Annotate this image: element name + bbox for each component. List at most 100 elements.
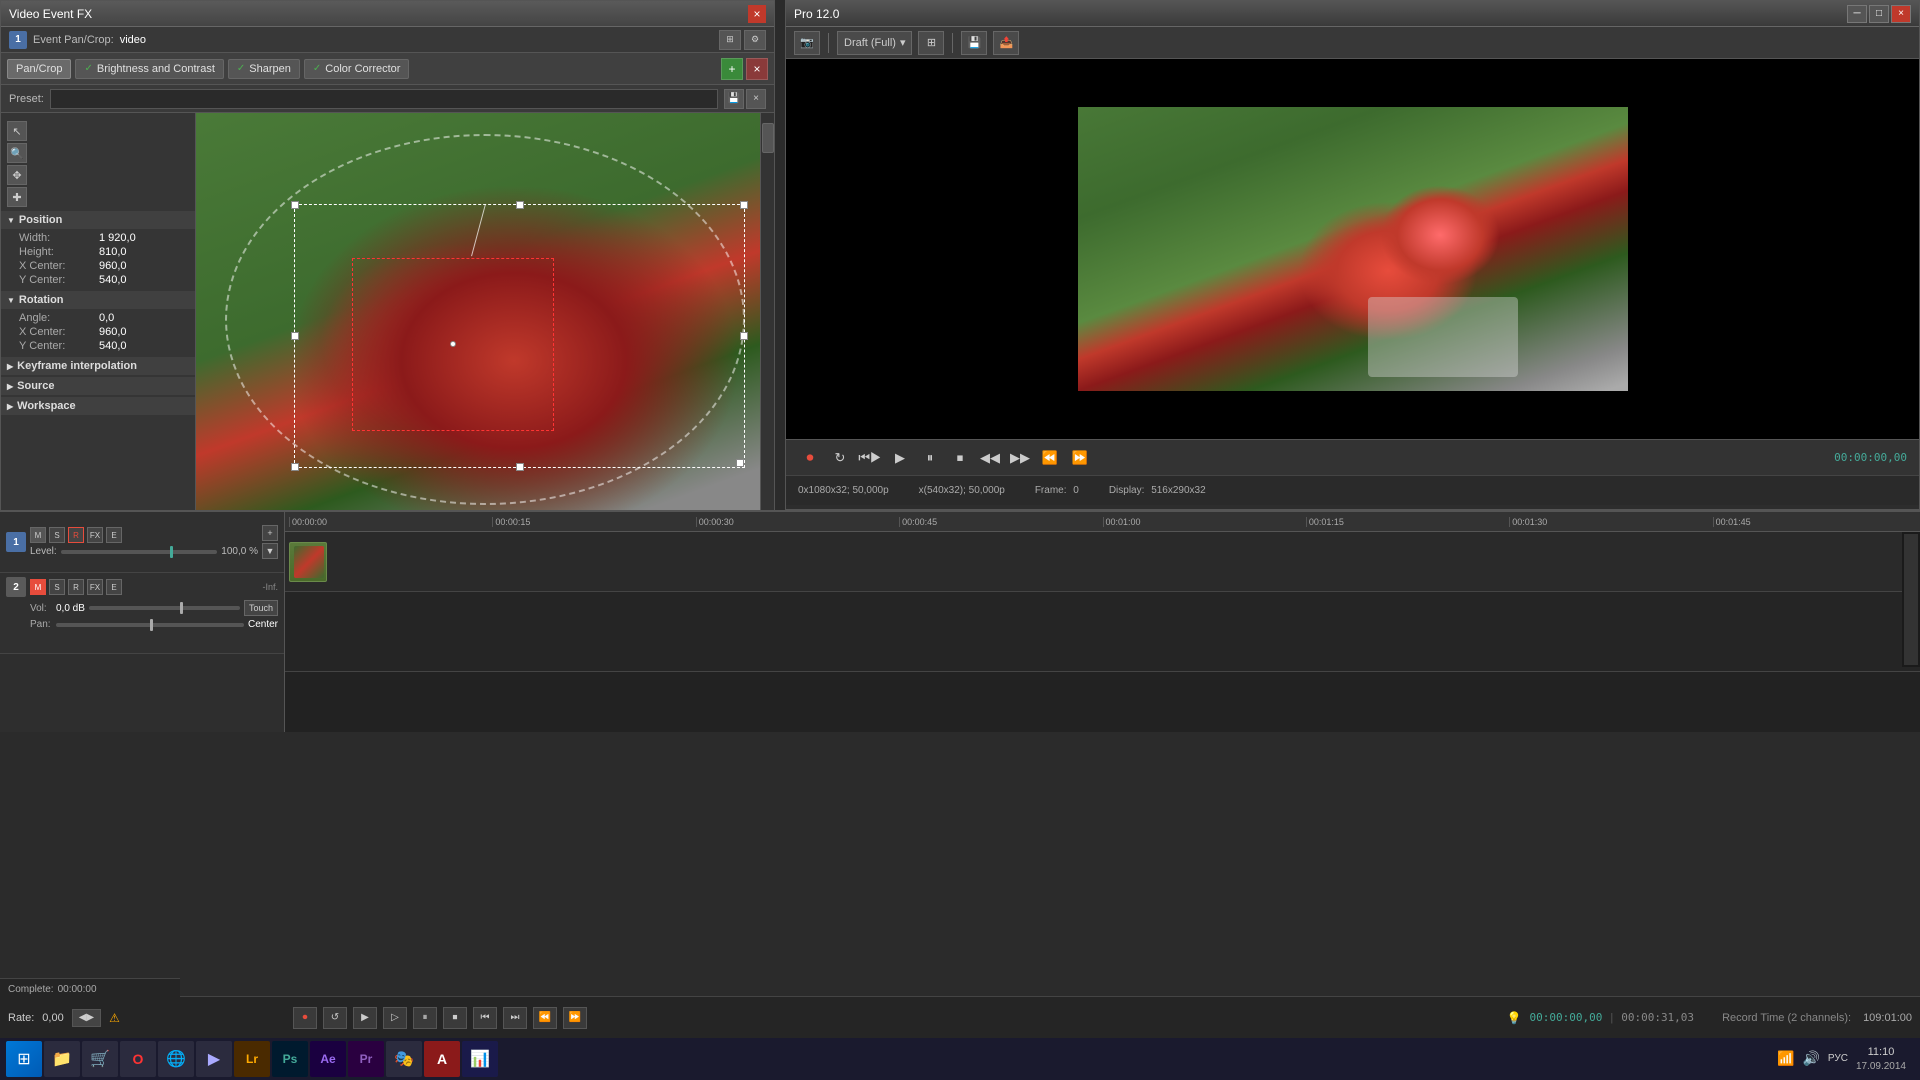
vg-export-button[interactable]: 📤: [993, 31, 1019, 55]
pan-slider[interactable]: [56, 623, 244, 627]
vfx-close-button[interactable]: ×: [748, 5, 766, 23]
handle-mr[interactable]: [740, 332, 748, 340]
vg-save-button[interactable]: 💾: [961, 31, 987, 55]
tb2-fast[interactable]: ⏩: [563, 1007, 587, 1029]
tab-sharpen-check: ✓: [237, 63, 245, 74]
track-2-arm[interactable]: R: [68, 579, 84, 595]
tb-opera[interactable]: O: [120, 1041, 156, 1077]
tb2-rec[interactable]: ⏺: [293, 1007, 317, 1029]
vol-slider[interactable]: [89, 606, 240, 610]
tb2-slow[interactable]: ⏪: [533, 1007, 557, 1029]
tr-fast-back[interactable]: ⏪: [1038, 446, 1062, 470]
preset-input[interactable]: [50, 89, 718, 109]
tr-pause[interactable]: ⏸: [918, 446, 942, 470]
tab-brightness-contrast[interactable]: ✓ Brightness and Contrast: [75, 59, 223, 79]
canvas-scrollbar[interactable]: [760, 113, 774, 526]
handle-tl[interactable]: [291, 201, 299, 209]
tb-vegas[interactable]: 📊: [462, 1041, 498, 1077]
vfx-canvas[interactable]: [196, 113, 774, 526]
move-tool[interactable]: ✥: [7, 165, 27, 185]
table-area: [1368, 297, 1518, 377]
zoom-tool[interactable]: 🔍: [7, 143, 27, 163]
tb2-prev[interactable]: ⏮: [473, 1007, 497, 1029]
track-2-mute[interactable]: M: [30, 579, 46, 595]
position-header[interactable]: ▼ Position: [1, 211, 195, 229]
vegas-close-button[interactable]: ×: [1891, 5, 1911, 23]
video-clip[interactable]: [289, 542, 327, 582]
tr-play-start[interactable]: ⏮▶: [858, 446, 882, 470]
tb-media[interactable]: ▶: [196, 1041, 232, 1077]
handle-tm[interactable]: [516, 201, 524, 209]
source-section: ▶ Source: [1, 377, 195, 395]
rotation-section-label: Rotation: [19, 294, 64, 306]
track-1-buttons: M S R FX E: [30, 527, 258, 543]
rate-arrows[interactable]: ◀▶: [72, 1009, 101, 1027]
track-2-solo[interactable]: S: [49, 579, 65, 595]
vegas-maximize-button[interactable]: □: [1869, 5, 1889, 23]
tr-fast-fwd[interactable]: ⏩: [1068, 446, 1092, 470]
track-2-fx[interactable]: FX: [87, 579, 103, 595]
tb-app-a[interactable]: A: [424, 1041, 460, 1077]
vfx-toolbar-btn-2[interactable]: ⚙: [744, 30, 766, 50]
inner-selection[interactable]: [352, 258, 554, 431]
handle-tr[interactable]: [740, 201, 748, 209]
tr-refresh[interactable]: ↻: [828, 446, 852, 470]
preset-delete-btn[interactable]: ×: [746, 89, 766, 109]
tb2-next[interactable]: ⏭: [503, 1007, 527, 1029]
vegas-minimize-button[interactable]: ─: [1847, 5, 1867, 23]
keyframe-header[interactable]: ▶ Keyframe interpolation: [1, 357, 195, 375]
vg-grid-button[interactable]: ⊞: [918, 31, 944, 55]
tb-media-player[interactable]: 🎭: [386, 1041, 422, 1077]
vg-cam-button[interactable]: 📷: [794, 31, 820, 55]
track-1-env[interactable]: E: [106, 527, 122, 543]
tb2-pause[interactable]: ⏸: [413, 1007, 437, 1029]
track-1-mute[interactable]: M: [30, 527, 46, 543]
handle-bl[interactable]: [291, 463, 299, 471]
track-2-env[interactable]: E: [106, 579, 122, 595]
select-tool[interactable]: ↖: [7, 121, 27, 141]
tab-pan-crop[interactable]: Pan/Crop: [7, 59, 71, 79]
handle-br[interactable]: [736, 459, 744, 467]
cross-tool[interactable]: ✚: [7, 187, 27, 207]
tb-explorer[interactable]: 📁: [44, 1041, 80, 1077]
handle-ml[interactable]: [291, 332, 299, 340]
draft-full-dropdown[interactable]: Draft (Full) ▾: [837, 31, 912, 55]
track-1-arm[interactable]: R: [68, 527, 84, 543]
workspace-header[interactable]: ▶ Workspace: [1, 397, 195, 415]
inner-handle-center[interactable]: [450, 341, 456, 347]
tb-aftereffects[interactable]: Ae: [310, 1041, 346, 1077]
track-1-slider[interactable]: [61, 550, 218, 554]
tr-play[interactable]: ▶: [888, 446, 912, 470]
source-header[interactable]: ▶ Source: [1, 377, 195, 395]
prop-ycenter: Y Center: 540,0: [13, 273, 195, 287]
tr-next-frame[interactable]: ▶▶: [1008, 446, 1032, 470]
track-1-settings[interactable]: ▼: [262, 543, 278, 559]
rotation-header[interactable]: ▼ Rotation: [1, 291, 195, 309]
tab-sharpen[interactable]: ✓ Sharpen: [228, 59, 300, 79]
tb2-stop[interactable]: ⏹: [443, 1007, 467, 1029]
track-1-add[interactable]: +: [262, 525, 278, 541]
tb-chrome[interactable]: 🌐: [158, 1041, 194, 1077]
track-1-solo[interactable]: S: [49, 527, 65, 543]
tb-store[interactable]: 🛒: [82, 1041, 118, 1077]
tb-premiere[interactable]: Pr: [348, 1041, 384, 1077]
tb-lightroom[interactable]: Lr: [234, 1041, 270, 1077]
tr-prev-frame[interactable]: ◀◀: [978, 446, 1002, 470]
canvas-scrollbar-thumb[interactable]: [762, 123, 774, 153]
handle-bm[interactable]: [516, 463, 524, 471]
tb2-play[interactable]: ▶: [353, 1007, 377, 1029]
tr-stop[interactable]: ⏹: [948, 446, 972, 470]
tb-photoshop[interactable]: Ps: [272, 1041, 308, 1077]
preset-save-btn[interactable]: 💾: [724, 89, 744, 109]
touch-btn[interactable]: Touch: [244, 600, 278, 616]
tab-color-corrector[interactable]: ✓ Color Corrector: [304, 59, 410, 79]
tb2-play2[interactable]: ▷: [383, 1007, 407, 1029]
remove-fx-button[interactable]: ×: [746, 58, 768, 80]
start-button[interactable]: ⊞: [6, 1041, 42, 1077]
vfx-toolbar-btn-1[interactable]: ⊞: [719, 30, 741, 50]
add-fx-button[interactable]: +: [721, 58, 743, 80]
track-1-fx[interactable]: FX: [87, 527, 103, 543]
vegas-titlebar: Pro 12.0 ─ □ ×: [786, 1, 1919, 27]
tr-record[interactable]: ⏺: [798, 446, 822, 470]
tb2-loop[interactable]: ↺: [323, 1007, 347, 1029]
